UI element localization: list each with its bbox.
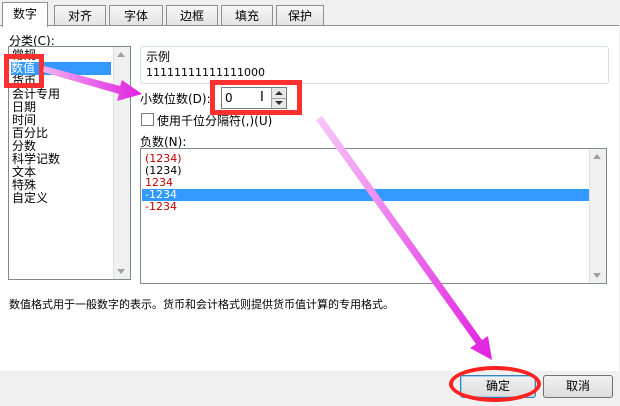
tab-number[interactable]: 数字 (2, 2, 48, 27)
tab-strip: 数字 对齐 字体 边框 填充 保护 (0, 0, 620, 27)
negative-list-scrollbar[interactable] (589, 149, 606, 283)
annotation-highlight-ok (449, 366, 541, 402)
format-description: 数值格式用于一般数字的表示。货币和会计格式则提供货币值计算的专用格式。 (9, 298, 394, 311)
category-item-custom[interactable]: 自定义 (12, 192, 48, 205)
scroll-down-icon[interactable] (117, 269, 125, 274)
cancel-button[interactable]: 取消 (543, 375, 613, 398)
annotation-highlight-decimal (210, 80, 302, 115)
negative-format-item[interactable]: -1234 (145, 201, 177, 213)
thousands-separator-checkbox[interactable] (141, 113, 154, 126)
tab-font[interactable]: 字体 (109, 5, 163, 26)
tab-fill[interactable]: 填充 (221, 5, 273, 26)
sample-label: 示例 (146, 50, 171, 64)
sample-value: 11111111111111000 (146, 66, 265, 79)
negative-format-item-selected[interactable]: -1234 (142, 189, 589, 201)
annotation-highlight-category (4, 54, 44, 88)
decimal-places-label: 小数位数(D): (140, 92, 211, 106)
tab-alignment[interactable]: 对齐 (54, 5, 106, 26)
tab-border[interactable]: 边框 (166, 5, 218, 26)
tab-protection[interactable]: 保护 (276, 5, 324, 26)
scroll-up-icon[interactable] (117, 52, 125, 57)
scroll-down-icon[interactable] (593, 273, 601, 278)
negative-numbers-list[interactable]: (1234) (1234) 1234 -1234 -1234 (140, 148, 607, 284)
category-scrollbar[interactable] (113, 47, 130, 279)
scroll-up-icon[interactable] (593, 154, 601, 159)
